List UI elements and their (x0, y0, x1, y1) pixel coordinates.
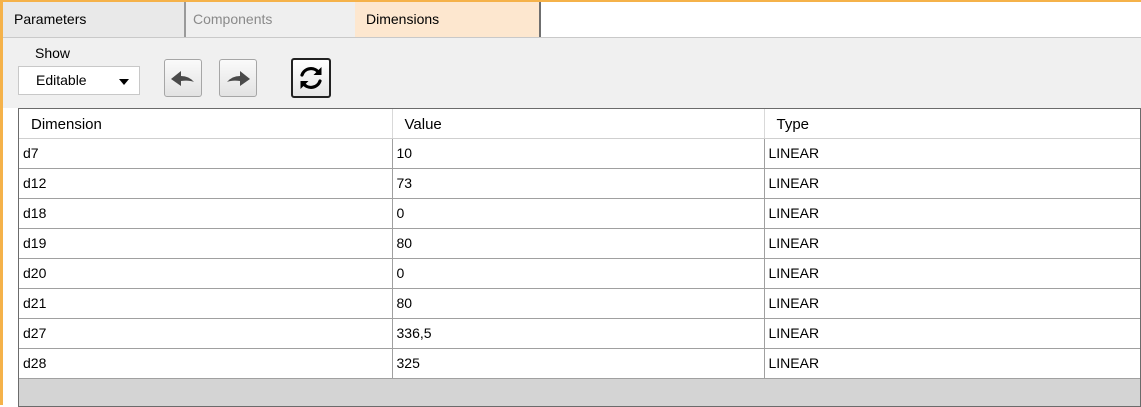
dimensions-table: Dimension Value Type d7 10 LINEAR d12 73… (19, 109, 1140, 379)
dimension-cell: d20 (19, 258, 393, 289)
dimension-cell: d19 (19, 228, 393, 259)
type-cell: LINEAR (764, 228, 1140, 259)
column-header-value[interactable]: Value (392, 109, 765, 139)
value-cell[interactable]: 0 (392, 198, 765, 229)
show-label: Show (35, 45, 71, 61)
table-row[interactable]: d21 80 LINEAR (19, 288, 1140, 319)
dimension-cell: d21 (19, 288, 393, 319)
table-row[interactable]: d28 325 LINEAR (19, 348, 1140, 379)
table-row[interactable]: d27 336,5 LINEAR (19, 318, 1140, 349)
show-filter-select[interactable]: Editable (18, 66, 140, 95)
table-row[interactable]: d20 0 LINEAR (19, 258, 1140, 289)
chevron-down-icon (119, 79, 129, 85)
toolbar: Show Editable (3, 38, 1141, 108)
table-row[interactable]: d12 73 LINEAR (19, 168, 1140, 199)
refresh-icon (300, 67, 322, 89)
show-filter-value: Editable (36, 72, 87, 88)
table-row[interactable]: d7 10 LINEAR (19, 138, 1140, 169)
value-cell[interactable]: 336,5 (392, 318, 765, 349)
dimension-cell: d7 (19, 138, 393, 169)
refresh-button[interactable] (291, 58, 331, 98)
value-cell[interactable]: 80 (392, 228, 765, 259)
column-header-dimension[interactable]: Dimension (19, 109, 393, 139)
value-cell[interactable]: 80 (392, 288, 765, 319)
type-cell: LINEAR (764, 168, 1140, 199)
undo-button[interactable] (164, 59, 202, 97)
header-row: Dimension Value Type (19, 109, 1140, 139)
redo-button[interactable] (219, 59, 257, 97)
value-cell[interactable]: 10 (392, 138, 765, 169)
table-row[interactable]: d19 80 LINEAR (19, 228, 1140, 259)
column-header-type[interactable]: Type (764, 109, 1140, 139)
table-row[interactable]: d18 0 LINEAR (19, 198, 1140, 229)
dimension-cell: d27 (19, 318, 393, 349)
dimension-cell: d28 (19, 348, 393, 379)
tab-strip: Parameters Components Dimensions (3, 2, 1141, 39)
redo-arrow-icon (227, 71, 250, 86)
dimension-cell: d18 (19, 198, 393, 229)
type-cell: LINEAR (764, 198, 1140, 229)
tab-components[interactable]: Components (185, 2, 355, 37)
dimension-cell: d12 (19, 168, 393, 199)
tab-parameters[interactable]: Parameters (3, 2, 185, 37)
value-cell[interactable]: 0 (392, 258, 765, 289)
dimensions-panel: Parameters Components Dimensions Show Ed… (0, 0, 1141, 407)
type-cell: LINEAR (764, 318, 1140, 349)
type-cell: LINEAR (764, 258, 1140, 289)
type-cell: LINEAR (764, 138, 1140, 169)
type-cell: LINEAR (764, 288, 1140, 319)
value-cell[interactable]: 325 (392, 348, 765, 379)
value-cell[interactable]: 73 (392, 168, 765, 199)
tab-dimensions[interactable]: Dimensions (355, 2, 541, 37)
tab-strip-empty-area (541, 2, 1141, 38)
dimensions-grid: Dimension Value Type d7 10 LINEAR d12 73… (18, 108, 1141, 407)
undo-arrow-icon (171, 71, 194, 86)
type-cell: LINEAR (764, 348, 1140, 379)
